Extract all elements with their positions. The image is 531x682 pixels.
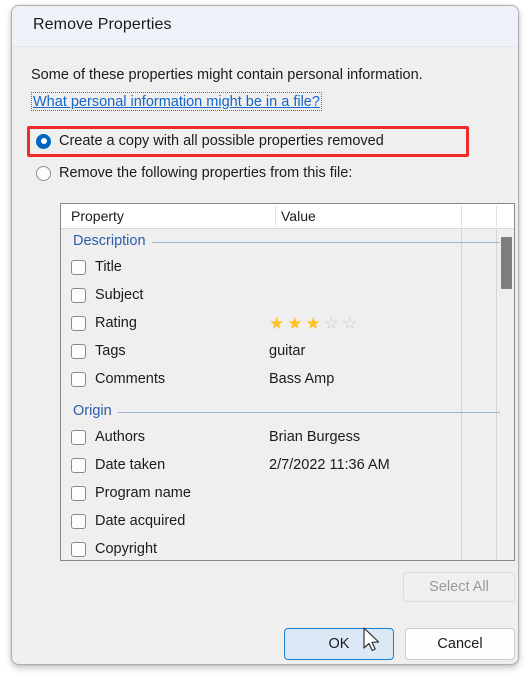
checkbox-tags[interactable] — [71, 343, 86, 359]
property-value: Bass Amp — [269, 371, 335, 387]
radio-create-copy[interactable]: Create a copy with all possible properti… — [36, 133, 384, 149]
property-name: Rating — [95, 315, 137, 331]
checkbox-program-name[interactable] — [71, 485, 86, 501]
group-header-description: Description — [61, 229, 514, 253]
column-header-property[interactable]: Property — [71, 208, 124, 224]
table-row[interactable]: Title — [61, 253, 514, 281]
table-row[interactable]: Date taken 2/7/2022 11:36 AM — [61, 451, 514, 479]
checkbox-copyright[interactable] — [71, 541, 86, 557]
property-list: Property Value Description Title Subject — [60, 203, 515, 561]
radio-create-copy-indicator[interactable] — [36, 133, 51, 149]
property-value: 2/7/2022 11:36 AM — [269, 457, 390, 473]
radio-create-copy-label: Create a copy with all possible properti… — [59, 133, 384, 149]
table-row[interactable]: Subject — [61, 281, 514, 309]
group-header-origin: Origin — [61, 399, 514, 423]
group-rule — [73, 412, 500, 413]
property-name: Authors — [95, 429, 145, 445]
checkbox-title[interactable] — [71, 259, 86, 275]
star-filled-icon[interactable]: ★ — [269, 315, 284, 332]
property-name: Tags — [95, 343, 126, 359]
property-name: Title — [95, 259, 122, 275]
help-link[interactable]: What personal information might be in a … — [31, 92, 322, 111]
dialog-title: Remove Properties — [33, 16, 172, 33]
checkbox-authors[interactable] — [71, 429, 86, 445]
star-filled-icon[interactable]: ★ — [306, 315, 321, 332]
property-value: Brian Burgess — [269, 429, 361, 445]
radio-remove-following[interactable]: Remove the following properties from thi… — [36, 165, 352, 181]
remove-properties-dialog: Remove Properties Some of these properti… — [11, 5, 519, 665]
column-divider[interactable] — [496, 206, 497, 227]
property-name: Date acquired — [95, 513, 186, 529]
property-list-body: Description Title Subject Rating ★ ★ ★ ☆ ☆ — [61, 229, 514, 560]
ok-button[interactable]: OK — [284, 628, 394, 660]
property-name: Date taken — [95, 457, 166, 473]
property-name: Subject — [95, 287, 144, 303]
checkbox-date-taken[interactable] — [71, 457, 86, 473]
radio-remove-following-label: Remove the following properties from thi… — [59, 165, 353, 181]
table-row[interactable]: Program name — [61, 479, 514, 507]
vertical-scrollbar[interactable] — [496, 229, 514, 560]
property-name: Program name — [95, 485, 191, 501]
checkbox-date-acquired[interactable] — [71, 513, 86, 529]
radio-remove-following-indicator[interactable] — [36, 165, 51, 181]
table-row[interactable]: Rating ★ ★ ★ ☆ ☆ — [61, 309, 514, 337]
column-divider[interactable] — [275, 206, 276, 227]
table-row[interactable]: Comments Bass Amp — [61, 365, 514, 393]
checkbox-rating[interactable] — [71, 315, 86, 331]
rating-stars[interactable]: ★ ★ ★ ☆ ☆ — [269, 315, 357, 332]
group-label: Description — [73, 233, 152, 249]
star-empty-icon[interactable]: ☆ — [342, 315, 357, 332]
property-name: Comments — [95, 371, 166, 387]
property-list-header: Property Value — [61, 204, 514, 229]
table-row[interactable]: Authors Brian Burgess — [61, 423, 514, 451]
table-row[interactable]: Date acquired — [61, 507, 514, 535]
checkbox-comments[interactable] — [71, 371, 86, 387]
select-all-button[interactable]: Select All — [403, 572, 515, 602]
property-name: Copyright — [95, 541, 158, 557]
checkbox-subject[interactable] — [71, 287, 86, 303]
scrollbar-thumb[interactable] — [501, 237, 512, 289]
column-divider[interactable] — [461, 206, 462, 227]
group-label: Origin — [73, 403, 118, 419]
property-value: ★ ★ ★ ☆ ☆ — [269, 315, 357, 332]
column-header-value[interactable]: Value — [281, 208, 316, 224]
star-empty-icon[interactable]: ☆ — [324, 315, 339, 332]
star-filled-icon[interactable]: ★ — [287, 315, 302, 332]
cancel-button[interactable]: Cancel — [405, 628, 515, 660]
intro-text: Some of these properties might contain p… — [31, 67, 423, 83]
table-row[interactable]: Tags guitar — [61, 337, 514, 365]
property-value: guitar — [269, 343, 306, 359]
table-row[interactable]: Copyright — [61, 535, 514, 560]
